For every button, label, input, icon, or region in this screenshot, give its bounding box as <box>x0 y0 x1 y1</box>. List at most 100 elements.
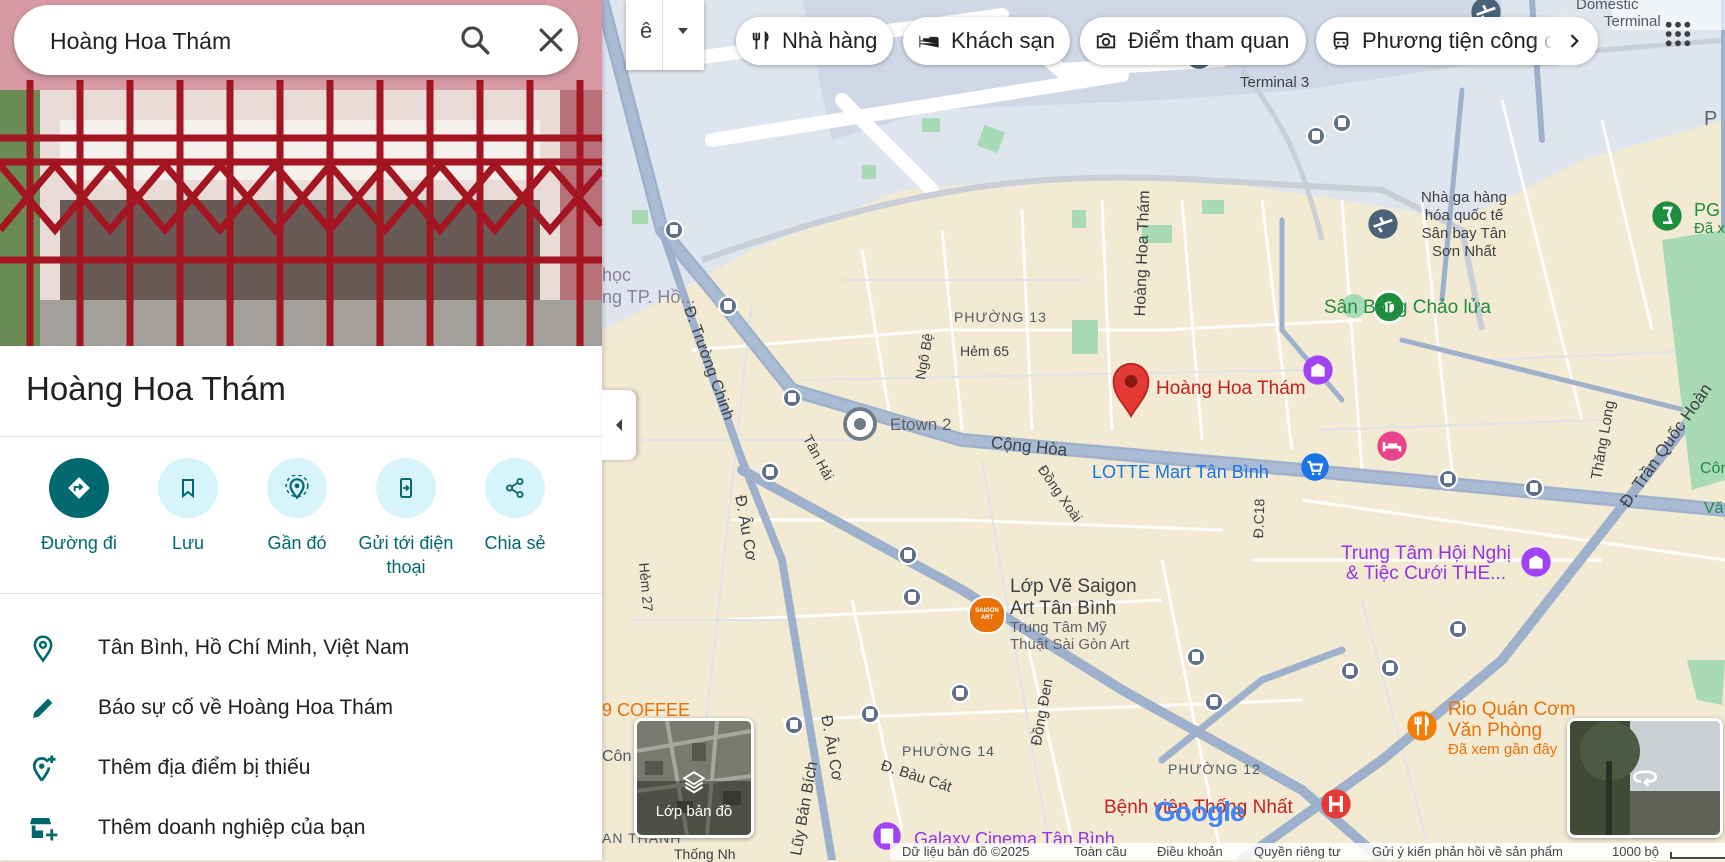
chips-next-button[interactable] <box>1550 18 1598 64</box>
map-label: Đ.C18 <box>1250 498 1268 539</box>
divider <box>0 593 602 594</box>
map-label: PG <box>1694 200 1721 220</box>
divider <box>0 436 602 437</box>
hotel-icon[interactable] <box>1376 430 1408 462</box>
address-row[interactable]: Tân Bình, Hồ Chí Minh, Việt Nam <box>0 619 602 677</box>
map-label: Terminal <box>1604 13 1661 30</box>
shopping-cart-icon[interactable] <box>1300 452 1330 482</box>
bus-stop-icon[interactable] <box>716 294 740 318</box>
bus-stop-icon[interactable] <box>758 460 782 484</box>
selected-location-pin-icon[interactable] <box>1110 362 1152 418</box>
nearby-button[interactable]: Gần đó <box>242 458 352 555</box>
divider <box>662 0 663 70</box>
add-business-row[interactable]: Thêm doanh nghiệp của bạn <box>0 799 602 857</box>
map-label: Thuật Sài Gòn Art <box>1010 636 1130 653</box>
chip-restaurants[interactable]: Nhà hàng <box>736 17 893 65</box>
caret-down-icon[interactable] <box>676 26 690 36</box>
map-label: Sơn Nhất <box>1431 243 1497 260</box>
save-button[interactable]: Lưu <box>133 458 243 555</box>
street-view-button[interactable] <box>1567 718 1723 838</box>
layers-label: Lớp bản đồ <box>655 803 733 820</box>
bus-stop-icon[interactable] <box>896 543 920 567</box>
phone-icon <box>376 458 436 518</box>
place-marker-icon[interactable] <box>842 406 878 442</box>
apps-grid-icon[interactable] <box>1662 18 1694 50</box>
saigon-art-badge-icon[interactable]: SAIGON ART <box>968 596 1006 634</box>
pencil-icon <box>33 698 53 718</box>
bus-stop-icon[interactable] <box>1378 656 1402 680</box>
place-panel: Hoàng Hoa Thám Đường đi Lưu Gần đó Gửi t… <box>0 0 602 860</box>
map-data-attribution: Dữ liệu bản đồ ©2025 <box>902 844 1030 859</box>
close-icon[interactable] <box>534 23 568 57</box>
map-label: PHƯỜNG 14 <box>902 743 995 759</box>
map-label: Trung Tâm Hội Nghị <box>1340 543 1511 564</box>
bus-stop-icon[interactable] <box>858 702 882 726</box>
chip-attractions[interactable]: Điểm tham quan <box>1080 17 1306 65</box>
map-label: Sân Bóng Chảo lửa <box>1324 297 1491 318</box>
landmark-icon[interactable] <box>1302 354 1334 386</box>
nearby-icon <box>267 458 327 518</box>
map-label: Terminal 3 <box>1240 74 1310 91</box>
restaurant-icon[interactable] <box>1406 710 1438 742</box>
map-label: Văn Phòng <box>1448 720 1543 741</box>
fork-knife-icon <box>752 31 769 50</box>
bus-stop-icon[interactable] <box>1522 476 1546 500</box>
map-label: Nhà ga hàng <box>1421 189 1507 206</box>
bus-stop-icon[interactable] <box>1202 690 1226 714</box>
add-missing-place-row[interactable]: Thêm địa điểm bị thiếu <box>0 739 602 797</box>
chevron-right-icon <box>1570 34 1579 48</box>
collapse-panel-button[interactable] <box>602 390 636 460</box>
bus-stop-icon[interactable] <box>1446 617 1470 641</box>
bus-stop-icon[interactable] <box>948 681 972 705</box>
map-label: & Tiệc Cưới THE... <box>1346 563 1506 584</box>
map-label: P <box>1704 108 1718 130</box>
location-pin-icon <box>33 635 53 663</box>
bus-stop-icon[interactable] <box>1436 467 1460 491</box>
bus-stop-icon[interactable] <box>1338 659 1362 683</box>
send-to-phone-button[interactable]: Gửi tới điện thoại <box>351 458 461 579</box>
bus-stop-icon[interactable] <box>780 386 804 410</box>
search-input[interactable] <box>48 23 432 59</box>
hospital-icon[interactable] <box>1320 788 1352 820</box>
selected-place-label: Hoàng Hoa Thám <box>1156 378 1306 399</box>
map-label: Đã xem gần đây <box>1448 741 1558 758</box>
bus-stop-icon[interactable] <box>782 713 806 737</box>
bookmark-icon <box>158 458 218 518</box>
chip-label: Điểm tham quan <box>1128 28 1290 53</box>
map-label: Art Tân Bình <box>1010 598 1117 619</box>
caret-left-icon <box>616 419 622 431</box>
layers-button[interactable]: Lớp bản đồ <box>634 718 754 838</box>
airport-icon[interactable] <box>1367 208 1399 240</box>
add-business-icon <box>29 818 58 841</box>
scale-label[interactable]: 1000 bộ <box>1612 844 1659 859</box>
chip-hotels[interactable]: Khách sạn <box>903 17 1070 65</box>
place-title: Hoàng Hoa Thám <box>26 370 286 407</box>
nearby-label: Gần đó <box>267 533 327 553</box>
park-icon[interactable] <box>1651 200 1683 232</box>
directions-icon <box>49 458 109 518</box>
spacer <box>1298 450 1299 451</box>
map-label: Vă <box>1704 500 1724 517</box>
train-icon <box>1333 31 1349 50</box>
bus-stop-icon[interactable] <box>1184 645 1208 669</box>
map-label: học <box>602 265 632 285</box>
report-issue-row[interactable]: Báo sự cố về Hoàng Hoa Thám <box>0 679 602 737</box>
bus-stop-icon[interactable] <box>662 218 686 242</box>
share-button[interactable]: Chia sẻ <box>460 458 570 555</box>
bus-stop-icon[interactable] <box>900 585 924 609</box>
feedback-link[interactable]: Gửi ý kiến phản hồi về sản phẩm <box>1372 844 1563 859</box>
directions-button[interactable]: Đường đi <box>24 458 134 555</box>
share-icon <box>485 458 545 518</box>
bed-icon <box>919 35 939 48</box>
map-label: Rio Quán Cơm <box>1448 699 1576 720</box>
search-icon[interactable] <box>458 23 492 57</box>
privacy-link[interactable]: Quyền riêng tư <box>1254 844 1341 859</box>
map-label: PHƯỜNG 12 <box>1168 761 1261 777</box>
global-link[interactable]: Toàn cầu <box>1074 844 1127 859</box>
map-canvas[interactable]: SAIGON ART Domestic Terminal Terminal 3 … <box>602 0 1725 862</box>
map-label: Sân bay Tân <box>1421 225 1507 242</box>
bus-stop-icon[interactable] <box>1330 111 1354 135</box>
terms-link[interactable]: Điều khoản <box>1157 844 1223 859</box>
input-method-button[interactable]: ê <box>640 18 652 44</box>
bus-stop-icon[interactable] <box>1304 124 1328 148</box>
